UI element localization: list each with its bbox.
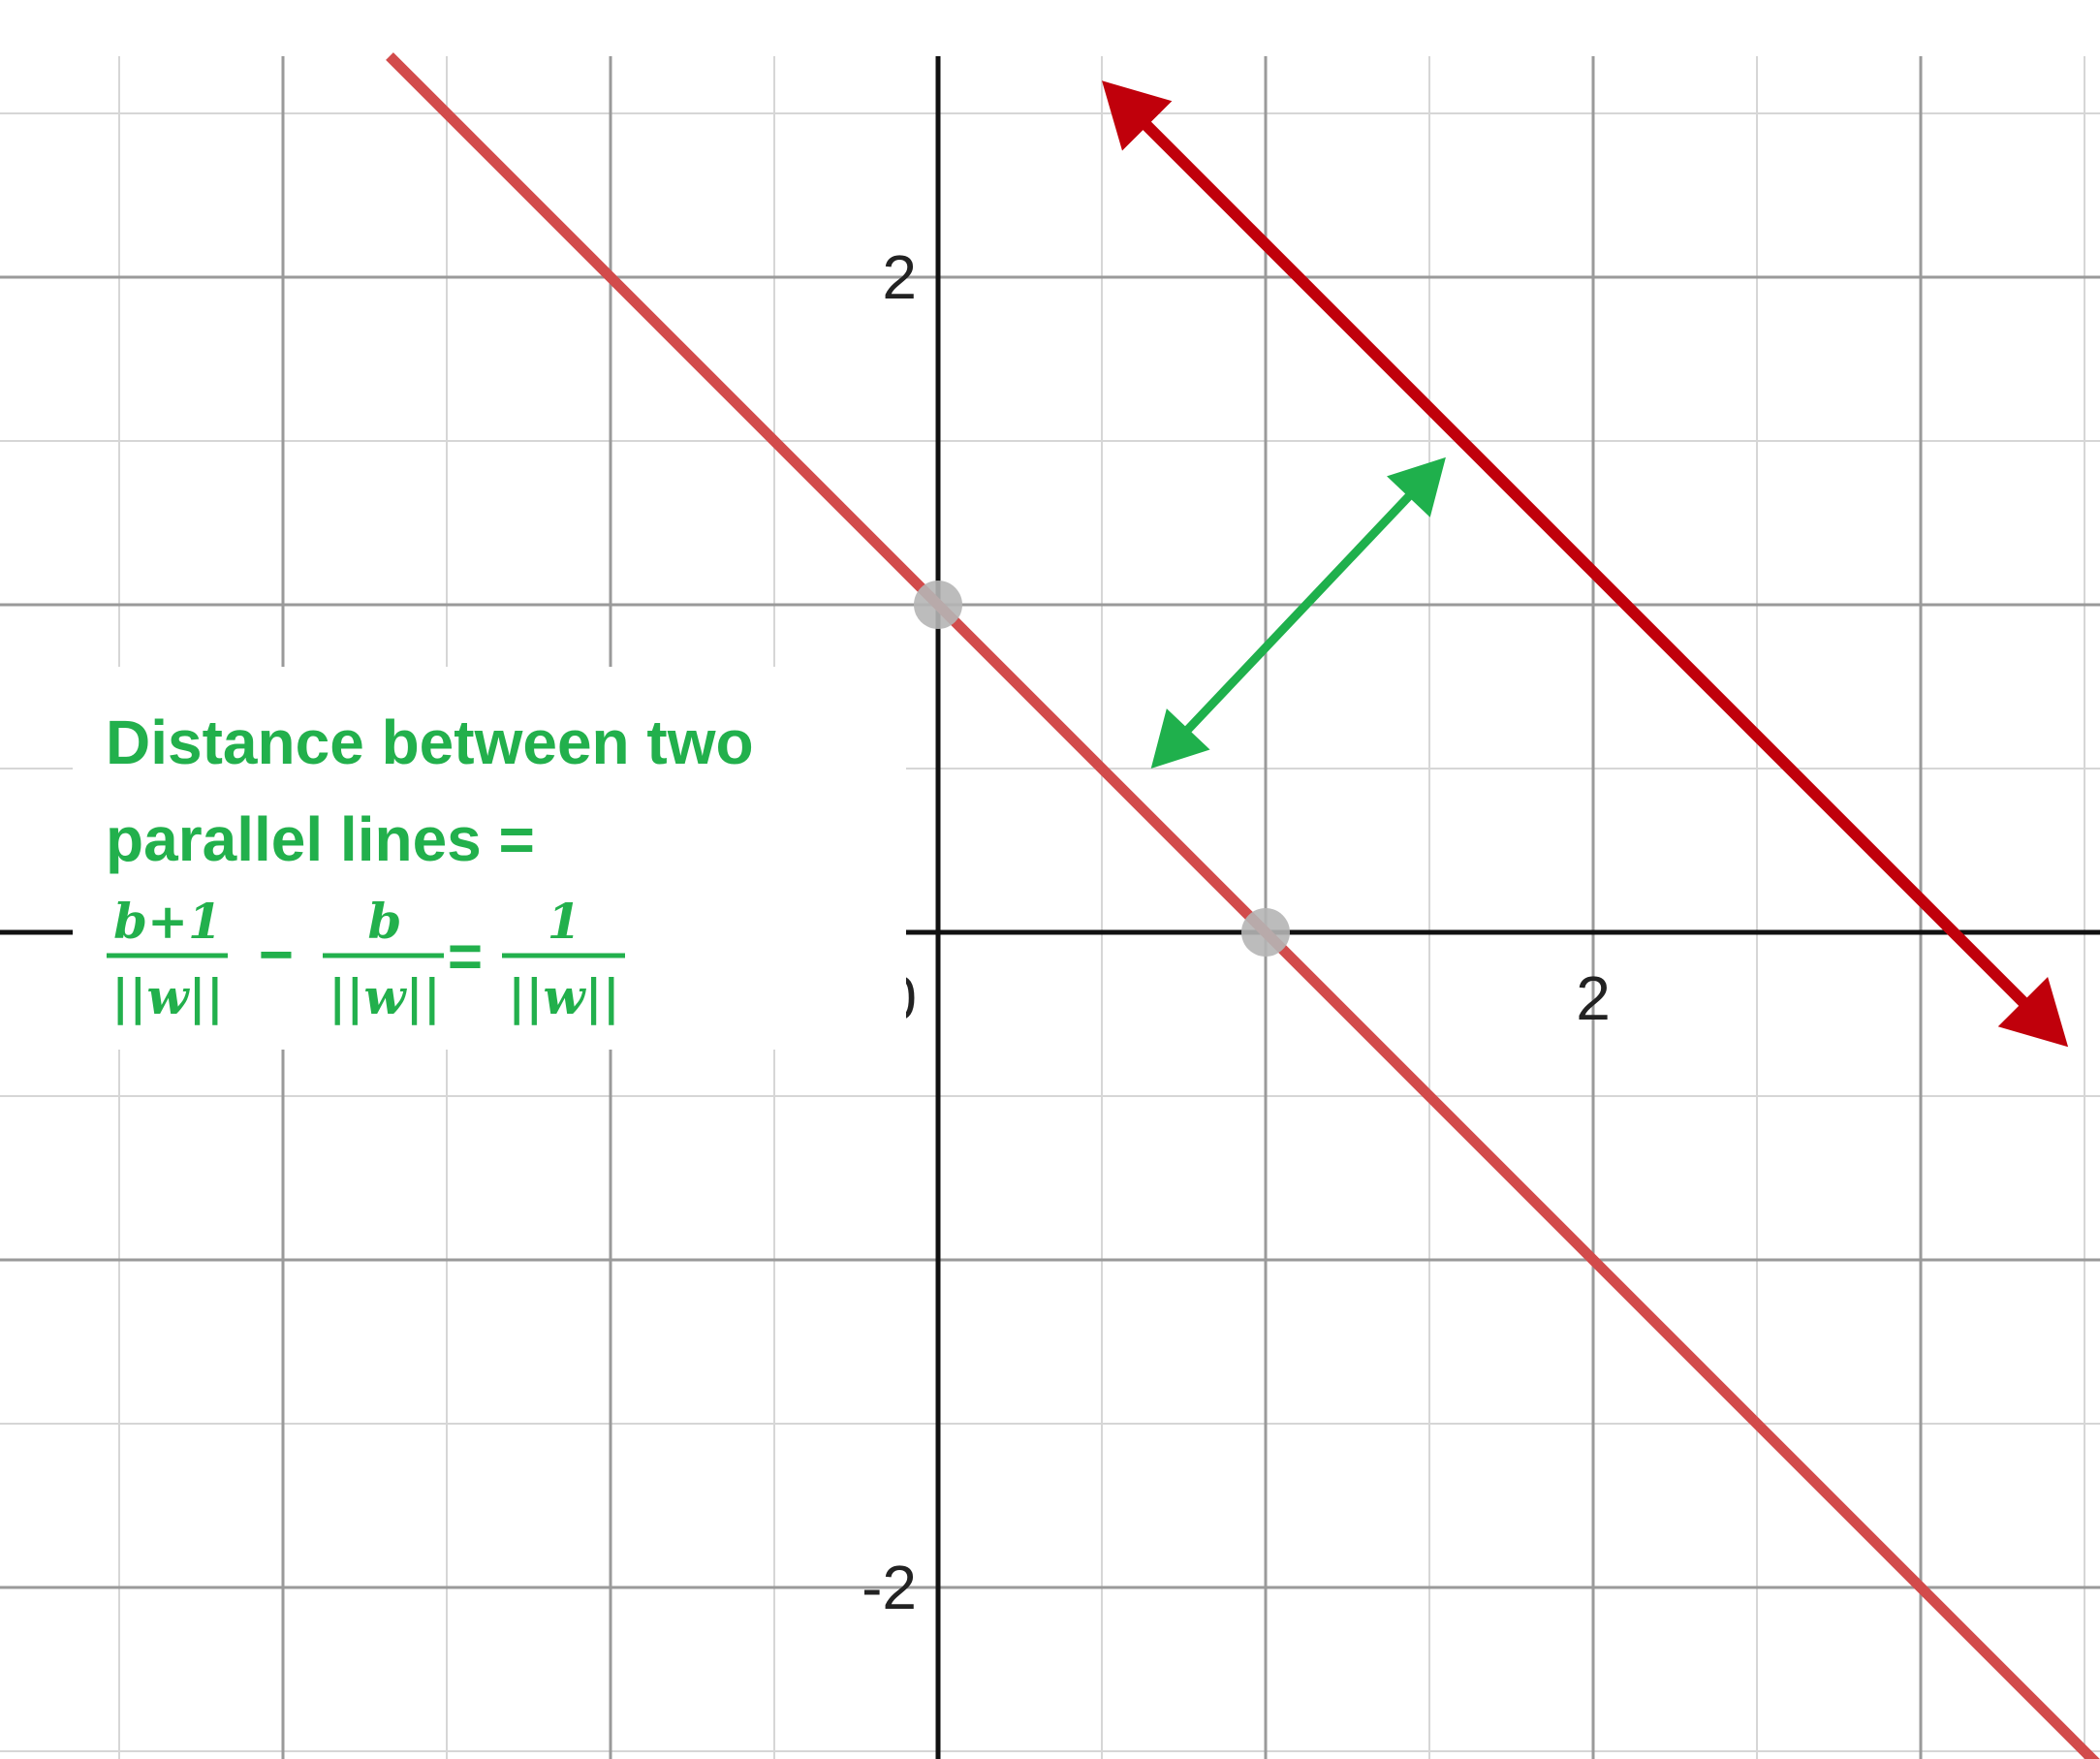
parallel-line-arrow-shaft: [1134, 112, 2037, 1016]
distance-annotation-box: Distance between two parallel lines = b+…: [73, 667, 906, 1050]
formula-minus-sign: −: [259, 922, 294, 989]
x-tick-label: 2: [1576, 963, 1611, 1033]
formula-result-numerator: 1: [548, 893, 581, 950]
intercept-point: [914, 581, 962, 629]
formula-term1-denominator: ||w||: [111, 968, 224, 1026]
formula-equals-sign: =: [448, 924, 483, 990]
formula-result-denominator: ||w||: [508, 968, 620, 1026]
parallel-line-arrow: [1102, 80, 2069, 1048]
formula-term1-numerator: b+1: [113, 893, 222, 950]
distance-arrow: [1150, 456, 1446, 769]
y-tick-label: -2: [862, 1553, 917, 1622]
intercept-point: [1241, 908, 1290, 957]
y-tick-label: 2: [882, 242, 917, 312]
distance-formula: b+1 ||w|| − b ||w|| = 1 ||w||: [107, 893, 625, 1026]
formula-term2-numerator: b: [368, 893, 402, 950]
formula-term2-denominator: ||w||: [329, 968, 441, 1026]
distance-arrow-shaft: [1177, 486, 1420, 740]
